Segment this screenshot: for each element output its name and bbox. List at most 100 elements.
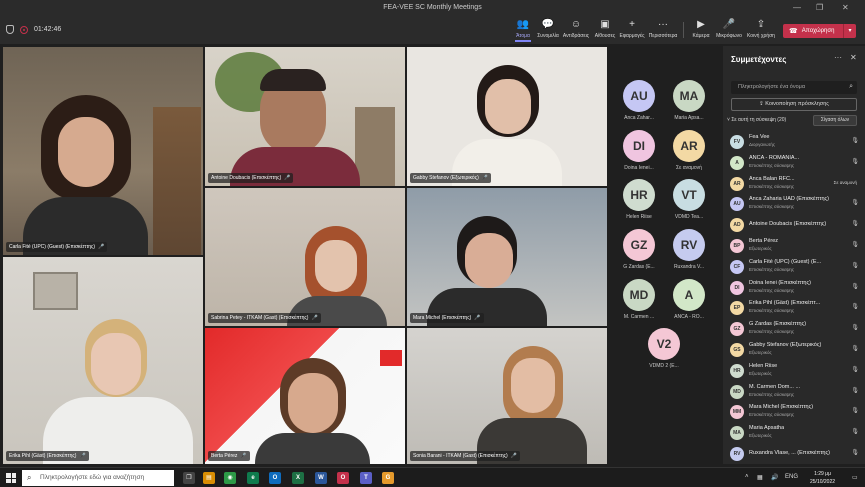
microphone-muted-icon[interactable]: 🎙 <box>851 137 859 144</box>
video-tile[interactable]: Sonia Barani - ITKAM (Gast) (Επισκέπτης)… <box>407 328 607 464</box>
panel-title: Συμμετέχοντες <box>731 55 787 64</box>
participant-name: Ruxandra Vlase, ... (Επισκέπτης) <box>749 450 830 456</box>
participant-row[interactable]: GZ G Zardas (Επισκέπτης) Επισκέπτης σύσκεψ… <box>727 319 863 341</box>
window-title: FEA-VEE SC Monthly Meetings <box>383 4 482 11</box>
share-invite-button[interactable]: ⇪ Κοινοποίηση πρόσκλησης <box>731 98 857 111</box>
participant-row[interactable]: A ANCA - ROMANIA... Επισκέπτης σύσκεψης 🎙 <box>727 153 863 175</box>
participant-avatar[interactable]: RV Ruxandra V... <box>664 229 714 270</box>
word-icon[interactable]: W <box>315 472 327 484</box>
video-tile[interactable]: Gabby Stefanov (Εξωτερικός) 🎤 <box>407 47 607 186</box>
microphone-muted-icon[interactable]: 🎙 <box>851 387 859 394</box>
microphone-icon: 🎤 <box>722 19 736 30</box>
section-header[interactable]: ˅ Σε αυτή τη σύσκεψη (20) <box>727 117 786 123</box>
apps-button[interactable]: + Εφαρμογές <box>616 19 648 39</box>
language-indicator[interactable]: ENG <box>785 474 798 480</box>
participant-role: Διοργανωτής <box>749 142 776 147</box>
participant-row[interactable]: AU Anca Zaharia UAD (Επισκέπτης) Επισκέπτη… <box>727 194 863 216</box>
participant-row[interactable]: CF Carla Fité (UPC) (Guest) (E... Επισκέπτ… <box>727 257 863 279</box>
participant-avatar[interactable]: V2 VDMD 2 (E... <box>639 328 689 369</box>
teams-icon[interactable]: T <box>360 472 372 484</box>
participant-name: Helen Riise <box>749 362 778 369</box>
microphone-icon: 🎤 <box>510 453 517 459</box>
file-explorer-icon[interactable]: ▤ <box>203 472 215 484</box>
participant-row[interactable]: DI Doina Ienei (Επισκέπτης) Επισκέπτης σύσ… <box>727 278 863 300</box>
more-button[interactable]: ··· Περισσότερα <box>647 19 679 39</box>
participant-row[interactable]: MM Mara Michel (Επισκέπτης) Επισκέπτης σύσ… <box>727 402 863 424</box>
participant-row[interactable]: MA Maria Apsatha Εξωτερικός 🎙 <box>727 423 863 445</box>
reactions-icon: ☺ <box>570 19 582 30</box>
participant-avatar[interactable]: AU Anca Zahar... <box>614 80 664 121</box>
opera-icon[interactable]: O <box>337 472 349 484</box>
microphone-muted-icon[interactable]: 🎙 <box>851 407 859 414</box>
minimize-icon[interactable]: — <box>793 3 801 12</box>
participant-row[interactable]: RV Ruxandra Vlase, ... (Επισκέπτης) 🎙 <box>727 444 863 466</box>
chrome-icon[interactable]: ◉ <box>224 472 236 484</box>
participant-avatar[interactable]: MD M. Carmen ... <box>614 279 664 320</box>
leave-button[interactable]: ☎ Αποχώρηση ▾ <box>783 24 856 38</box>
participant-name-tag: Erika Pihl (Gäst) (Επισκέπτης) 🎤 <box>6 451 89 461</box>
excel-icon[interactable]: X <box>292 472 304 484</box>
mute-all-button[interactable]: Σίγαση όλων <box>813 115 857 126</box>
chevron-down-icon[interactable]: ▾ <box>843 24 856 38</box>
microphone-muted-icon[interactable]: 🎙 <box>851 428 859 435</box>
microphone-muted-icon[interactable]: 🎙 <box>851 449 859 456</box>
windows-start-icon[interactable] <box>6 473 16 483</box>
participant-search-input[interactable]: Πληκτρολογήστε ένα όνομα ⌕ <box>731 81 857 94</box>
video-tile[interactable]: Mara Michel (Επισκέπτης) 🎤 <box>407 188 607 326</box>
video-tile[interactable]: Antoine Doubacis (Επισκέπτης) 🎤 <box>205 47 405 186</box>
microphone-muted-icon[interactable]: 🎙 <box>851 262 859 269</box>
video-tile[interactable]: Berta Pérez 🎤 <box>205 328 405 464</box>
microphone-muted-icon[interactable]: 🎙 <box>851 366 859 373</box>
share-button[interactable]: ⇪ Κοινή χρήση <box>745 19 777 39</box>
participant-avatar: DI <box>730 280 744 295</box>
participant-row[interactable]: HR Helen Riise Εξωτερικός 🎙 <box>727 361 863 383</box>
microphone-muted-icon[interactable]: 🎙 <box>851 283 859 290</box>
toolbar-divider <box>683 22 684 38</box>
participant-role: Επισκέπτης σύσκεψης <box>749 391 795 397</box>
edge-icon[interactable]: e <box>247 472 259 484</box>
participant-row[interactable]: AD Antoine Doubacis (Επισκέπτης) 🎙 <box>727 215 863 237</box>
video-tile[interactable]: Carla Fité (UPC) (Guest) (Επισκέπτης) 🎤 <box>3 47 203 255</box>
microphone-muted-icon[interactable]: 🎙 <box>851 324 859 331</box>
microphone-muted-icon[interactable]: 🎙 <box>851 220 859 227</box>
reactions-button[interactable]: ☺ Αντιδράσεις <box>560 19 592 39</box>
microphone-muted-icon[interactable]: 🎙 <box>851 303 859 310</box>
taskbar-clock[interactable]: 1:29 μμ 25/10/2022 <box>810 470 835 486</box>
notifications-icon[interactable]: ▭ <box>852 474 858 481</box>
participant-row[interactable]: MD M. Carmen Dom... ... Επισκέπτης σύσκεψη… <box>727 382 863 404</box>
volume-icon[interactable]: 🔊 <box>771 474 778 481</box>
participant-avatar[interactable]: A ANCA - RO... <box>664 279 714 320</box>
participant-avatar[interactable]: GZ G Zardas (E... <box>614 229 664 270</box>
participant-avatar[interactable]: MA Maria Apsa... <box>664 80 714 121</box>
microphone-muted-icon[interactable]: 🎙 <box>851 345 859 352</box>
participant-avatar[interactable]: AR Σε αναμονή <box>664 130 714 171</box>
microphone-muted-icon[interactable]: 🎙 <box>851 158 859 165</box>
participant-row[interactable]: BP Berta Pérez Εξωτερικός 🎙 <box>727 236 863 258</box>
participant-row[interactable]: FV Fea Vee Διοργανωτής 🎙 <box>727 132 863 154</box>
participant-row[interactable]: GS Gabby Stefanov (Εξωτερικός) Εξωτερικός 🎙 <box>727 340 863 362</box>
participant-row[interactable]: EP Erika Pihl (Gäst) (Επισκέπτ... Επισκέπτ… <box>727 298 863 320</box>
maximize-icon[interactable]: ❐ <box>816 3 823 12</box>
video-tile[interactable]: Sabrina Petey - ITKAM (Gast) (Επισκέπτης… <box>205 188 405 326</box>
task-view-icon[interactable]: ❐ <box>183 472 195 484</box>
video-tile[interactable]: Erika Pihl (Gäst) (Επισκέπτης) 🎤 <box>3 257 203 464</box>
app-icon[interactable]: G <box>382 472 394 484</box>
participant-name-tag: Carla Fité (UPC) (Guest) (Επισκέπτης) 🎤 <box>6 242 108 252</box>
close-window-icon[interactable]: ✕ <box>842 3 849 12</box>
tray-up-icon[interactable]: ˄ <box>745 474 749 480</box>
more-options-icon[interactable]: ··· <box>834 53 842 62</box>
network-icon[interactable]: ▦ <box>757 474 763 481</box>
close-icon[interactable]: ✕ <box>850 53 857 62</box>
participant-row[interactable]: AR Anca Balan RFC... Επισκέπτης σύσκεψης Σε… <box>727 174 863 196</box>
participant-name-tag: Antoine Doubacis (Επισκέπτης) 🎤 <box>208 173 294 183</box>
outlook-icon[interactable]: O <box>269 472 281 484</box>
microphone-muted-icon[interactable]: 🎙 <box>851 199 859 206</box>
participant-name: ANCA - ROMANIA... <box>749 154 800 161</box>
participant-avatar[interactable]: HR Helen Riise <box>614 179 664 220</box>
participant-avatar[interactable]: VT VDMD Tea... <box>664 179 714 220</box>
microphone-button[interactable]: 🎤 Μικρόφωνο <box>713 19 745 39</box>
participant-avatar[interactable]: DI Doina Ienei... <box>614 130 664 171</box>
taskbar-search-input[interactable]: ⌕ Πληκτρολογήστε εδώ για αναζήτηση <box>22 470 174 486</box>
participant-role: Επισκέπτης σύσκεψης <box>749 329 795 335</box>
microphone-muted-icon[interactable]: 🎙 <box>851 241 859 248</box>
